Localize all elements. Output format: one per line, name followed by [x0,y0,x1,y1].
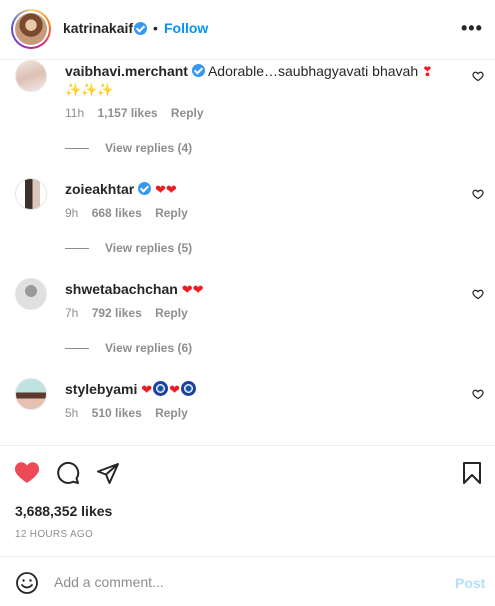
comment-text: zoieakhtar ❤❤ [65,180,177,200]
comment-meta: 11h 1,157 likes Reply [65,106,214,120]
view-replies-button[interactable]: View replies (5) [65,241,192,255]
comment-likes[interactable]: 668 likes [92,206,142,220]
nazar-amulet-emoji [153,381,169,396]
comment-time: 7h [65,306,79,320]
commenter-avatar[interactable] [15,60,47,92]
comment-like-icon[interactable] [472,188,484,200]
commenter-avatar[interactable] [15,178,47,210]
comment-likes[interactable]: 510 likes [92,406,142,420]
follow-button[interactable]: Follow [164,20,208,36]
profile-avatar[interactable] [11,9,51,49]
reply-button[interactable]: Reply [155,206,188,220]
post-time-ago: 12 HOURS AGO [15,529,94,540]
nazar-amulet-emoji [181,381,197,396]
more-options-icon[interactable]: ••• [461,18,483,39]
red-heart-emoji: ❤ [169,383,181,398]
sparkles-emoji: ✨✨✨ [65,83,114,98]
post-comment-button[interactable]: Post [455,575,485,591]
post-actions: 3,688,352 likes 12 HOURS AGO [0,445,495,555]
verified-icon [134,22,147,35]
comment-text: shwetabachchan ❤❤ [65,280,204,300]
comment-username[interactable]: stylebyami [65,381,137,397]
verified-icon [191,64,205,77]
comment-meta: 5h 510 likes Reply [65,406,198,420]
like-heart-icon[interactable] [14,460,40,484]
red-heart-emoji: ❤❤ [155,183,177,198]
commenter-avatar[interactable] [15,278,47,310]
comment-text-continued: ✨✨✨ [65,80,114,100]
post-header: katrinakaif • Follow ••• [0,0,495,60]
comment-meta: 7h 792 likes Reply [65,306,198,320]
comment-time: 9h [65,206,79,220]
reply-button[interactable]: Reply [171,106,204,120]
heart-exclamation-emoji: ❣ [422,65,433,80]
comment-icon[interactable] [56,461,80,485]
emoji-icon[interactable] [15,571,39,595]
comment-like-icon[interactable] [472,388,484,400]
red-heart-emoji: ❤❤ [181,283,204,298]
reply-button[interactable]: Reply [155,406,188,420]
comment-likes[interactable]: 1,157 likes [97,106,157,120]
comment-like-icon[interactable] [472,70,484,82]
add-comment-bar: Post [0,556,495,606]
comment-input[interactable] [54,572,434,592]
comment-time: 11h [65,106,85,120]
comments-list[interactable]: vaibhavi.merchant Adorable…saubhagyavati… [0,60,495,445]
red-heart-emoji: ❤ [141,383,153,398]
view-replies-button[interactable]: View replies (4) [65,141,192,155]
view-replies-button[interactable]: View replies (6) [65,341,192,355]
comment-username[interactable]: zoieakhtar [65,181,134,197]
post-likes-count[interactable]: 3,688,352 likes [15,503,112,519]
header-username[interactable]: katrinakaif [63,20,133,36]
comment-likes[interactable]: 792 likes [92,306,142,320]
separator-dot: • [153,20,158,36]
comment-username[interactable]: vaibhavi.merchant [65,63,188,79]
comment-like-icon[interactable] [472,288,484,300]
verified-icon [138,182,152,195]
commenter-avatar[interactable] [15,378,47,410]
comment-username[interactable]: shwetabachchan [65,281,178,297]
comment-text: stylebyami ❤ ❤ [65,380,197,400]
comment-text: vaibhavi.merchant Adorable…saubhagyavati… [65,63,433,80]
reply-button[interactable]: Reply [155,306,188,320]
comment-time: 5h [65,406,79,420]
comment-meta: 9h 668 likes Reply [65,206,198,220]
save-icon[interactable] [462,461,482,485]
share-icon[interactable] [96,461,120,485]
